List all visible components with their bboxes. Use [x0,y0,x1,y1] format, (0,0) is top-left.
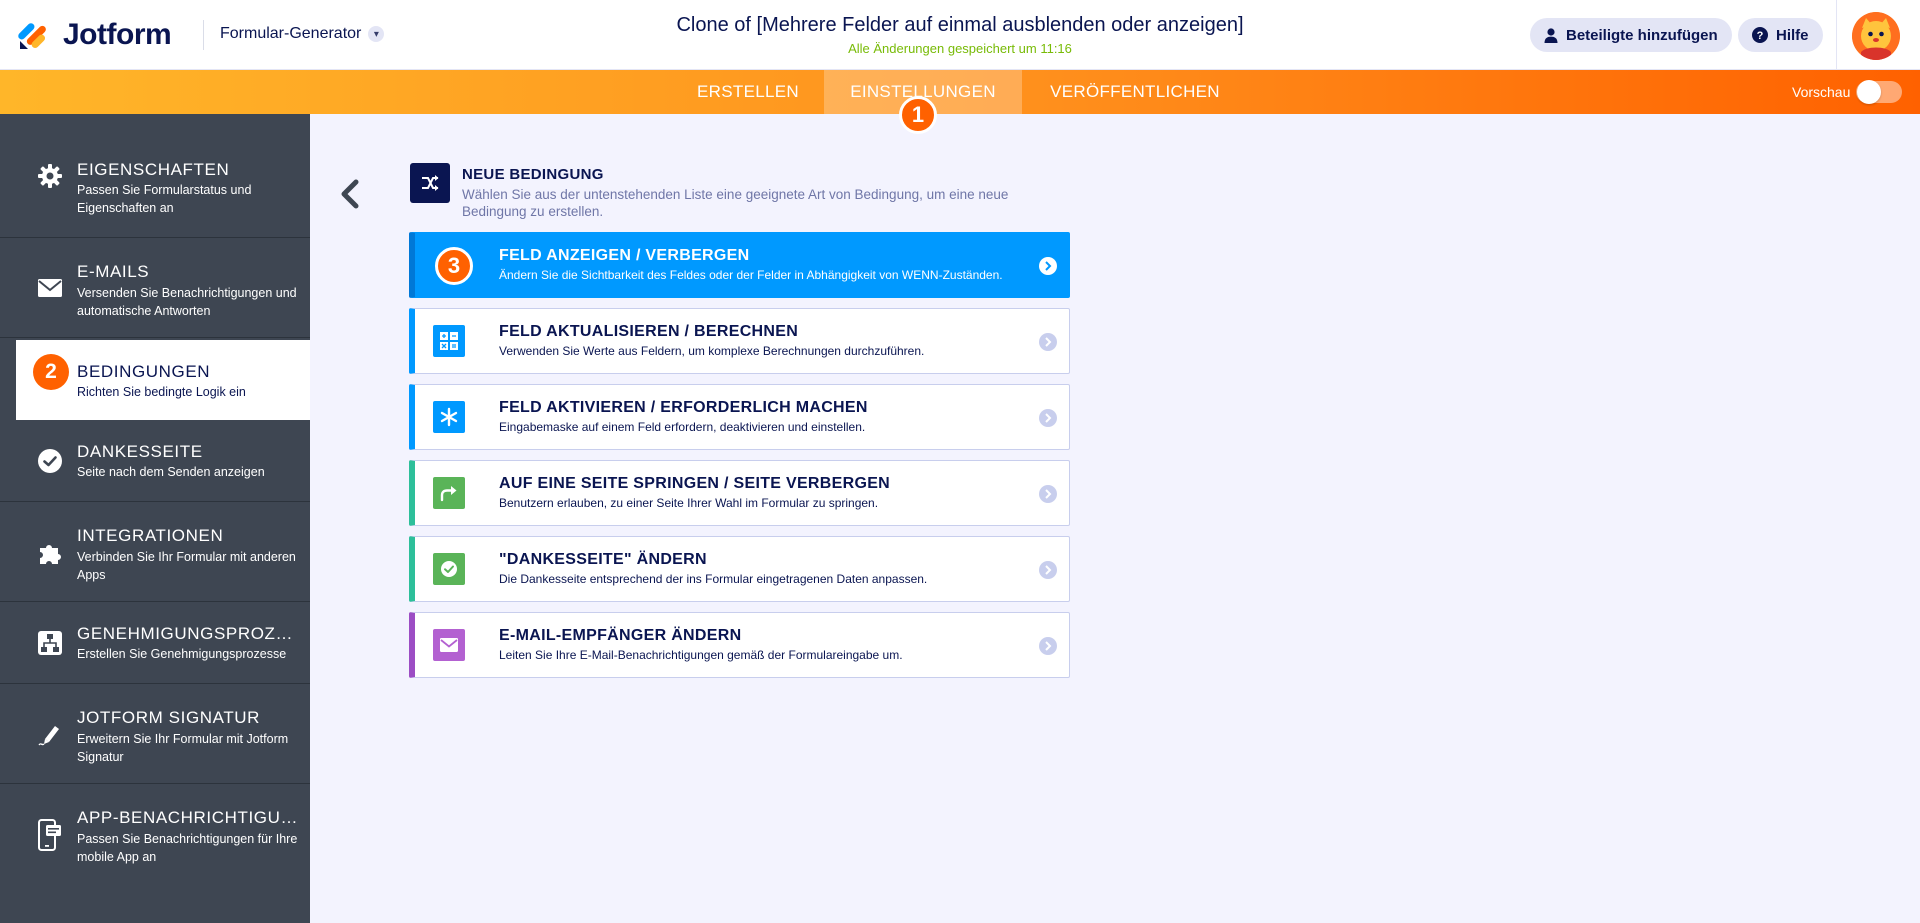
new-condition-title: NEUE BEDINGUNG [462,166,604,183]
avatar-image [1852,12,1900,60]
logo-text: Jotform [63,18,172,51]
envelope-icon [433,629,465,661]
sidebar-item-title: BEDINGUNGEN [77,362,211,381]
sidebar-item-eigenschaften[interactable]: EIGENSCHAFTEN Passen Sie Formularstatus … [0,114,310,238]
condition-desc: Verwenden Sie Werte aus Feldern, um komp… [499,344,925,358]
condition-enable-require-field[interactable]: FELD AKTIVIEREN / ERFORDERLICH MACHEN Ei… [409,384,1070,450]
avatar[interactable] [1852,12,1900,60]
preview-label: Vorschau [1792,84,1851,100]
svg-text:?: ? [1757,30,1764,42]
condition-desc: Benutzern erlauben, zu einer Seite Ihrer… [499,496,879,510]
puzzle-icon [36,538,64,566]
sidebar-item-desc: Versenden Sie Benachrichtigungen und aut… [77,286,297,318]
question-icon: ? [1752,27,1768,43]
tab-veroeffentlichen[interactable]: VERÖFFENTLICHEN [1022,70,1248,114]
sidebar-item-desc: Passen Sie Formularstatus und Eigenschaf… [77,183,252,215]
condition-title: FELD ANZEIGEN / VERBERGEN [499,247,750,264]
sidebar-item-title: APP-BENACHRICHTIGUNG [77,808,303,827]
condition-desc: Leiten Sie Ihre E-Mail-Benachrichtigunge… [499,648,903,662]
step-badge: 1 [899,96,937,134]
sidebar-item-title: DANKESSEITE [77,442,203,461]
sidebar-item-genehmigungsprozesse[interactable]: GENEHMIGUNGSPROZESSE Erstellen Sie Geneh… [0,602,310,684]
condition-title: FELD AKTIVIEREN / ERFORDERLICH MACHEN [499,399,868,416]
check-circle-icon [433,553,465,585]
condition-show-hide-field[interactable]: 3 FELD ANZEIGEN / VERBERGEN Ändern Sie d… [409,232,1070,298]
condition-title: "DANKESSEITE" ÄNDERN [499,551,707,568]
sidebar-item-title: JOTFORM SIGNATUR [77,708,261,727]
add-collaborators-button[interactable]: Beteiligte hinzufügen [1530,18,1732,52]
add-collaborators-label: Beteiligte hinzufügen [1566,26,1718,44]
workflow-icon [36,629,64,657]
condition-desc: Eingabemaske auf einem Feld erfordern, d… [499,420,866,434]
mobile-notification-icon [36,818,64,852]
condition-change-email-recipient[interactable]: E-MAIL-EMPFÄNGER ÄNDERN Leiten Sie Ihre … [409,612,1070,678]
sidebar-item-title: INTEGRATIONEN [77,526,224,545]
chevron-down-icon: ▾ [368,26,385,42]
divider [203,20,204,50]
sidebar-item-dankesseite[interactable]: DANKESSEITE Seite nach dem Senden anzeig… [0,420,310,502]
help-button[interactable]: ? Hilfe [1738,18,1823,52]
step-badge: 2 [33,354,69,390]
condition-desc: Ändern Sie die Sichtbarkeit des Feldes o… [499,268,1003,282]
envelope-icon [36,274,64,302]
sidebar-item-integrationen[interactable]: INTEGRATIONEN Verbinden Sie Ihr Formular… [0,502,310,602]
main-nav-bar: ERSTELLEN EINSTELLUNGEN VERÖFFENTLICHEN … [0,70,1920,114]
new-condition-desc: Wählen Sie aus der untenstehenden Liste … [462,187,1009,219]
condition-title: E-MAIL-EMPFÄNGER ÄNDERN [499,627,742,644]
builder-label: Formular-Generator [220,25,362,42]
condition-title: AUF EINE SEITE SPRINGEN / SEITE VERBERGE… [499,475,891,492]
form-title[interactable]: Clone of [Mehrere Felder auf einmal ausb… [560,14,1360,37]
sidebar-item-desc: Erstellen Sie Genehmigungsprozesse [77,647,287,661]
signature-pen-icon [36,720,64,748]
sidebar-item-desc: Passen Sie Benachrichtigungen für Ihre m… [77,832,298,864]
preview-toggle-knob[interactable] [1857,80,1881,104]
chevron-right-icon [1039,637,1057,655]
chevron-right-icon [1039,257,1057,275]
user-icon [1544,27,1558,43]
sidebar-item-desc: Richten Sie bedingte Logik ein [77,385,246,399]
settings-sidebar: EIGENSCHAFTEN Passen Sie Formularstatus … [0,114,310,923]
jotform-logo[interactable]: Jotform [18,16,172,54]
condition-change-thank-you-page[interactable]: "DANKESSEITE" ÄNDERN Die Dankesseite ent… [409,536,1070,602]
sidebar-item-title: EIGENSCHAFTEN [77,160,230,179]
chevron-right-icon [1039,485,1057,503]
builder-dropdown[interactable]: Formular-Generator ▾ [220,25,385,43]
chevron-right-icon [1039,409,1057,427]
back-button[interactable] [334,174,364,214]
top-header: Jotform Formular-Generator ▾ Clone of [M… [0,0,1920,70]
sidebar-item-jotform-signatur[interactable]: JOTFORM SIGNATUR Erweitern Sie Ihr Formu… [0,684,310,784]
sidebar-item-bedingungen[interactable]: 2 BEDINGUNGEN Richten Sie bedingte Logik… [16,340,310,420]
check-circle-icon [36,447,64,475]
condition-desc: Die Dankesseite entsprechend der ins For… [499,572,928,586]
condition-skip-hide-page[interactable]: AUF EINE SEITE SPRINGEN / SEITE VERBERGE… [409,460,1070,526]
condition-update-calculate-field[interactable]: FELD AKTUALISIEREN / BERECHNEN Verwenden… [409,308,1070,374]
sidebar-item-desc: Verbinden Sie Ihr Formular mit anderen A… [77,550,296,582]
gear-icon [36,162,64,190]
chevron-right-icon [1039,333,1057,351]
asterisk-icon [433,401,465,433]
jotform-logo-icon [18,23,46,49]
calculator-icon [433,325,465,357]
chevron-left-icon [341,179,359,209]
tab-erstellen[interactable]: ERSTELLEN [673,70,823,114]
condition-title: FELD AKTUALISIEREN / BERECHNEN [499,323,799,340]
sidebar-item-title: E-MAILS [77,262,150,281]
sidebar-item-app-benachrichtigung[interactable]: APP-BENACHRICHTIGUNG Passen Sie Benachri… [0,784,310,884]
divider [1836,0,1837,70]
sidebar-item-title: GENEHMIGUNGSPROZESSE [77,624,303,643]
sidebar-item-emails[interactable]: E-MAILS Versenden Sie Benachrichtigungen… [0,238,310,338]
save-status: Alle Änderungen gespeichert um 11:16 [848,41,1072,56]
redirect-arrow-icon [433,477,465,509]
shuffle-icon [410,163,450,203]
sidebar-item-desc: Seite nach dem Senden anzeigen [77,465,265,479]
chevron-right-icon [1039,561,1057,579]
sidebar-item-desc: Erweitern Sie Ihr Formular mit Jotform S… [77,732,289,764]
step-badge: 3 [435,247,473,285]
help-label: Hilfe [1776,26,1809,44]
